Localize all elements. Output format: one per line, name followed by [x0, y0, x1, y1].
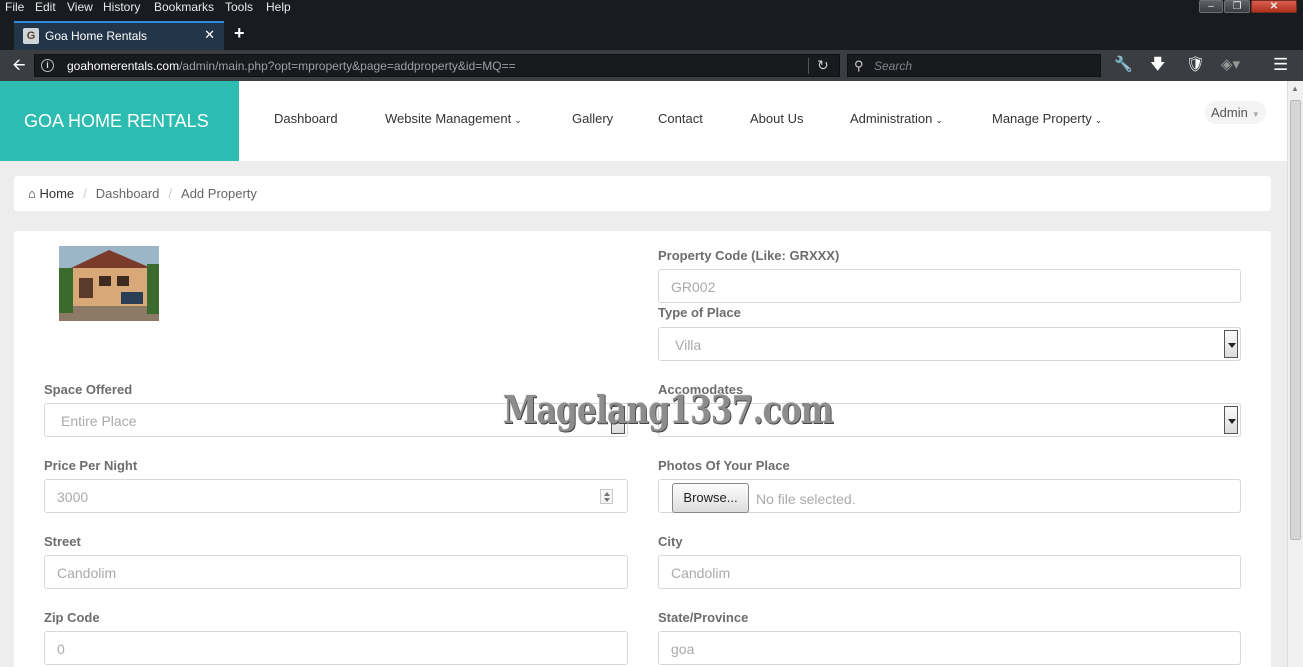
breadcrumb-home[interactable]: ⌂ Home — [28, 186, 74, 201]
url-text: goahomerentals.com/admin/main.php?opt=mp… — [67, 59, 516, 73]
state-label: State/Province — [658, 610, 749, 625]
nav-website-management-label: Website Management — [385, 111, 512, 126]
breadcrumb: ⌂ Home / Dashboard / Add Property — [14, 176, 1271, 211]
url-path: /admin/main.php?opt=mproperty&page=addpr… — [179, 59, 516, 73]
zip-code-input[interactable]: 0 — [44, 631, 628, 665]
breadcrumb-dashboard[interactable]: Dashboard — [96, 186, 160, 201]
city-value: Candolim — [671, 565, 731, 581]
add-property-form: Property Code (Like: GRXXX) GR002 Type o… — [14, 231, 1271, 667]
brand-logo[interactable]: GOA HOME RENTALS — [0, 81, 239, 161]
reload-icon[interactable]: ↻ — [817, 57, 829, 74]
site-info-icon[interactable]: i — [41, 59, 54, 72]
back-arrow-icon[interactable]: 🡨 — [6, 54, 32, 77]
nav-gallery[interactable]: Gallery — [572, 111, 613, 126]
zip-code-value: 0 — [57, 641, 65, 657]
dropdown-arrow-icon — [1224, 330, 1238, 358]
browser-navbar: 🡨 i goahomerentals.com/admin/main.php?op… — [0, 50, 1303, 81]
nav-website-management[interactable]: Website Management ⌄ — [385, 111, 522, 126]
nav-contact[interactable]: Contact — [658, 111, 703, 126]
download-icon[interactable]: 🡇 — [1150, 55, 1165, 75]
nav-administration[interactable]: Administration ⌄ — [850, 111, 943, 126]
state-input[interactable]: goa — [658, 631, 1241, 665]
city-label: City — [658, 534, 683, 549]
breadcrumb-current: Add Property — [181, 186, 257, 201]
site-header: GOA HOME RENTALS Dashboard Website Manag… — [0, 81, 1287, 161]
layers-icon[interactable]: ◈▾ — [1221, 55, 1240, 75]
breadcrumb-separator: / — [168, 186, 173, 201]
new-tab-icon[interactable]: + — [234, 23, 245, 43]
property-code-input[interactable]: GR002 — [658, 269, 1241, 303]
chevron-down-icon: ⌄ — [514, 115, 522, 125]
nav-administration-label: Administration — [850, 111, 933, 126]
home-icon: ⌂ — [28, 186, 36, 201]
photos-file-input[interactable]: Browse... No file selected. — [658, 479, 1241, 513]
price-per-night-label: Price Per Night — [44, 458, 138, 473]
number-spinner[interactable] — [600, 489, 613, 504]
type-of-place-value: Villa — [675, 337, 702, 353]
type-of-place-label: Type of Place — [658, 305, 741, 320]
menu-bookmarks[interactable]: Bookmarks — [154, 0, 214, 14]
breadcrumb-separator: / — [83, 186, 87, 201]
tab-strip: G Goa Home Rentals ✕ + — [0, 15, 1303, 50]
menu-file[interactable]: File — [5, 0, 24, 14]
watermark-text: Magelang1337.com — [503, 387, 834, 432]
nav-manage-property[interactable]: Manage Property ⌄ — [992, 111, 1102, 126]
property-code-value: GR002 — [671, 279, 716, 295]
menu-edit[interactable]: Edit — [35, 0, 56, 14]
no-file-text: No file selected. — [756, 491, 856, 507]
property-photo — [59, 246, 159, 321]
minimize-button[interactable]: – — [1199, 0, 1223, 13]
search-placeholder: Search — [874, 59, 913, 73]
wrench-icon[interactable]: 🔧 — [1114, 55, 1133, 75]
browser-tab[interactable]: G Goa Home Rentals ✕ — [14, 21, 224, 50]
url-separator — [808, 58, 809, 74]
price-per-night-input[interactable]: 3000 — [44, 479, 628, 513]
search-bar[interactable]: ⚲ Search — [847, 54, 1101, 77]
menu-help[interactable]: Help — [266, 0, 291, 14]
street-input[interactable]: Candolim — [44, 555, 628, 589]
menu-view[interactable]: View — [67, 0, 93, 14]
close-window-button[interactable]: ✕ — [1251, 0, 1297, 13]
admin-user-label: Admin — [1211, 105, 1248, 120]
page-content: GOA HOME RENTALS Dashboard Website Manag… — [0, 81, 1287, 667]
admin-user-menu[interactable]: Admin ▼ — [1205, 101, 1266, 124]
caret-down-icon: ▼ — [1251, 110, 1260, 119]
city-input[interactable]: Candolim — [658, 555, 1241, 589]
state-value: goa — [671, 641, 695, 657]
browser-menubar: File Edit View History Bookmarks Tools H… — [0, 0, 1303, 15]
menu-tools[interactable]: Tools — [225, 0, 253, 14]
dropdown-arrow-icon — [1224, 406, 1238, 434]
type-of-place-select[interactable]: Villa — [658, 327, 1241, 361]
search-icon: ⚲ — [854, 58, 864, 73]
space-offered-value: Entire Place — [61, 413, 137, 429]
chevron-down-icon: ⌄ — [935, 115, 943, 125]
tab-close-icon[interactable]: ✕ — [204, 27, 215, 43]
nav-dashboard[interactable]: Dashboard — [274, 111, 338, 126]
property-code-label: Property Code (Like: GRXXX) — [658, 248, 840, 263]
url-bar[interactable]: i goahomerentals.com/admin/main.php?opt=… — [34, 54, 840, 77]
restore-button[interactable]: ❐ — [1224, 0, 1250, 13]
scrollbar-thumb[interactable] — [1290, 100, 1301, 540]
nav-about-us[interactable]: About Us — [750, 111, 803, 126]
tab-title: Goa Home Rentals — [45, 29, 148, 43]
street-value: Candolim — [57, 565, 117, 581]
price-per-night-value: 3000 — [57, 489, 89, 505]
shield-icon[interactable]: 🛡 — [1186, 55, 1205, 75]
url-host: goahomerentals.com — [67, 59, 180, 73]
space-offered-label: Space Offered — [44, 382, 133, 397]
photos-label: Photos Of Your Place — [658, 458, 790, 473]
menu-history[interactable]: History — [103, 0, 140, 14]
page-scrollbar[interactable]: ▲ — [1287, 81, 1303, 667]
hamburger-menu-icon[interactable]: ☰ — [1273, 55, 1288, 75]
zip-code-label: Zip Code — [44, 610, 100, 625]
chevron-down-icon: ⌄ — [1094, 115, 1103, 125]
breadcrumb-home-label: Home — [39, 186, 75, 201]
scroll-up-icon[interactable]: ▲ — [1291, 84, 1299, 93]
favicon-icon: G — [23, 28, 39, 44]
browse-button[interactable]: Browse... — [672, 483, 749, 513]
street-label: Street — [44, 534, 81, 549]
nav-manage-property-label: Manage Property — [992, 111, 1092, 126]
